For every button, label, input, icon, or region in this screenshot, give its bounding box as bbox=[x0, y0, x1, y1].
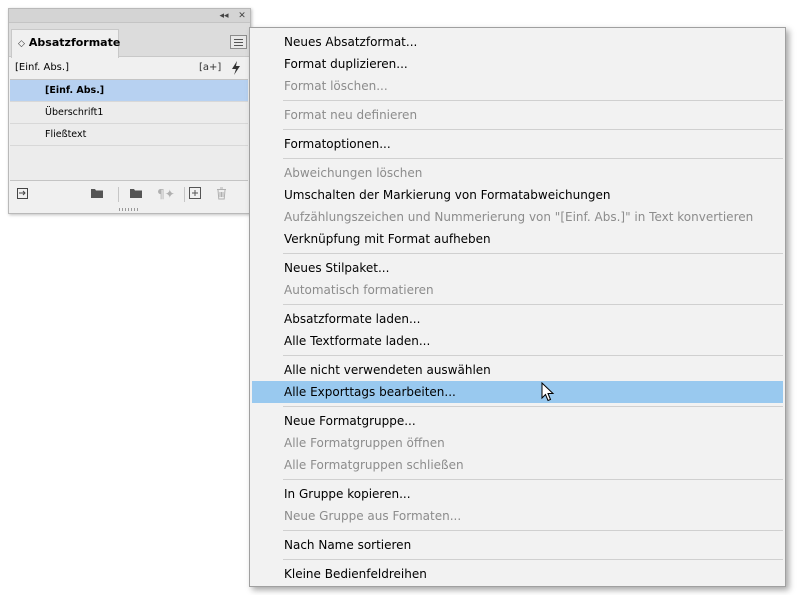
folder-style-icon[interactable] bbox=[89, 187, 105, 201]
hamburger-line bbox=[234, 39, 243, 40]
menu-item-clear-overrides[interactable]: Abweichungen löschen bbox=[252, 162, 783, 184]
menu-item-new-style-group[interactable]: Neue Formatgruppe... bbox=[252, 410, 783, 432]
current-format-row: [Einf. Abs.] [a+] bbox=[9, 57, 250, 79]
menu-separator bbox=[283, 253, 783, 254]
menu-item-select-all-unused[interactable]: Alle nicht verwendeten auswählen bbox=[252, 359, 783, 381]
menu-item-load-all-text-styles[interactable]: Alle Textformate laden... bbox=[252, 330, 783, 352]
menu-item-redefine-style[interactable]: Format neu definieren bbox=[252, 104, 783, 126]
menu-item-open-all-groups[interactable]: Alle Formatgruppen öffnen bbox=[252, 432, 783, 454]
new-style-icon[interactable] bbox=[187, 187, 203, 201]
panel-menu-button[interactable] bbox=[230, 35, 247, 49]
menu-item-delete-style[interactable]: Format löschen... bbox=[252, 75, 783, 97]
style-label: Fließtext bbox=[45, 129, 87, 140]
toolbar-divider bbox=[184, 187, 185, 202]
mouse-pointer-icon bbox=[541, 382, 555, 402]
panel-tab-row: ◇ Absatzformate bbox=[9, 23, 250, 58]
menu-item-convert-bullets-numbering[interactable]: Aufzählungszeichen und Nummerierung von … bbox=[252, 206, 783, 228]
menu-separator bbox=[283, 100, 783, 101]
toolbar-divider bbox=[118, 187, 119, 202]
style-list-item[interactable]: [Einf. Abs.] bbox=[10, 80, 248, 102]
menu-item-new-style-pack[interactable]: Neues Stilpaket... bbox=[252, 257, 783, 279]
expand-arrows-icon: ◇ bbox=[18, 39, 25, 49]
panel-bottom-toolbar: ¶✦ bbox=[9, 183, 250, 207]
new-group-icon[interactable] bbox=[128, 187, 144, 201]
tab-absatzformate[interactable]: ◇ Absatzformate bbox=[11, 29, 121, 58]
menu-separator bbox=[283, 530, 783, 531]
menu-item-load-paragraph-styles[interactable]: Absatzformate laden... bbox=[252, 308, 783, 330]
clear-overrides-icon[interactable]: ¶✦ bbox=[155, 187, 177, 201]
menu-item-new-group-from-styles[interactable]: Neue Gruppe aus Formaten... bbox=[252, 505, 783, 527]
hamburger-line bbox=[234, 42, 243, 43]
menu-item-copy-to-group[interactable]: In Gruppe kopieren... bbox=[252, 483, 783, 505]
current-format-label: [Einf. Abs.] bbox=[15, 62, 69, 73]
menu-item-edit-all-export-tags[interactable]: Alle Exporttags bearbeiten... bbox=[252, 381, 783, 403]
menu-item-break-link[interactable]: Verknüpfung mit Format aufheben bbox=[252, 228, 783, 250]
menu-separator bbox=[283, 355, 783, 356]
menu-separator bbox=[283, 129, 783, 130]
menu-item-duplicate-style[interactable]: Format duplizieren... bbox=[252, 53, 783, 75]
style-label: [Einf. Abs.] bbox=[45, 85, 105, 96]
collapse-panel-button[interactable]: ◂◂ bbox=[217, 9, 231, 23]
menu-item-sort-by-name[interactable]: Nach Name sortieren bbox=[252, 534, 783, 556]
style-list-item[interactable]: Überschrift1 bbox=[10, 102, 248, 124]
menu-item-style-options[interactable]: Formatoptionen... bbox=[252, 133, 783, 155]
tab-label: Absatzformate bbox=[28, 36, 121, 49]
resize-grip[interactable] bbox=[119, 208, 139, 211]
close-panel-button[interactable]: ✕ bbox=[235, 9, 249, 23]
menu-separator bbox=[283, 479, 783, 480]
menu-separator bbox=[283, 304, 783, 305]
new-style-from-selection-icon[interactable]: [a+] bbox=[199, 61, 221, 75]
style-label: Überschrift1 bbox=[45, 107, 104, 118]
menu-item-auto-format[interactable]: Automatisch formatieren bbox=[252, 279, 783, 301]
panel-flyout-menu: Neues Absatzformat... Format duplizieren… bbox=[249, 27, 786, 587]
paragraph-styles-panel: ◂◂ ✕ ◇ Absatzformate [Einf. Abs.] [a+] [E… bbox=[8, 8, 251, 214]
style-list-item[interactable]: Fließtext bbox=[10, 124, 248, 146]
menu-item-small-panel-rows[interactable]: Kleine Bedienfeldreihen bbox=[252, 563, 783, 585]
menu-item-toggle-override-highlight[interactable]: Umschalten der Markierung von Formatabwe… bbox=[252, 184, 783, 206]
trash-icon[interactable] bbox=[213, 187, 229, 201]
menu-separator bbox=[283, 406, 783, 407]
menu-item-close-all-groups[interactable]: Alle Formatgruppen schließen bbox=[252, 454, 783, 476]
menu-item-new-paragraph-style[interactable]: Neues Absatzformat... bbox=[252, 31, 783, 53]
menu-separator bbox=[283, 158, 783, 159]
style-list: [Einf. Abs.] Überschrift1 Fließtext bbox=[10, 79, 248, 181]
lightning-icon[interactable] bbox=[231, 61, 241, 75]
menu-separator bbox=[283, 559, 783, 560]
panel-title-bar[interactable]: ◂◂ ✕ bbox=[9, 9, 250, 23]
load-styles-icon[interactable] bbox=[15, 187, 31, 201]
hamburger-line bbox=[234, 45, 243, 46]
